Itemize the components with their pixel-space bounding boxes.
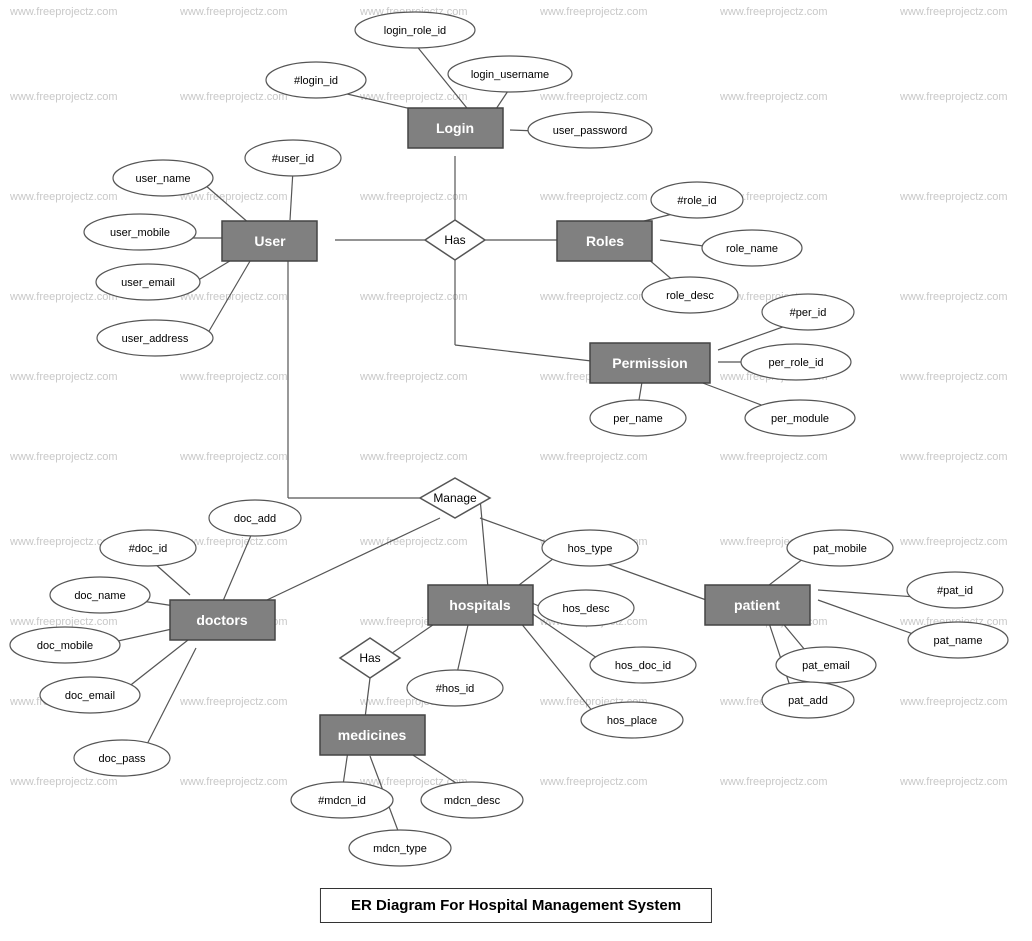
pat-id-label: #pat_id <box>937 585 973 597</box>
role-desc-label: role_desc <box>666 290 714 302</box>
svg-text:www.freeprojectz.com: www.freeprojectz.com <box>179 776 288 788</box>
doctors-label: doctors <box>196 612 248 628</box>
er-diagram: www.freeprojectz.com www.freeprojectz.co… <box>0 0 1032 941</box>
svg-text:www.freeprojectz.com: www.freeprojectz.com <box>539 6 648 18</box>
per-name-label: per_name <box>613 413 663 425</box>
svg-text:www.freeprojectz.com: www.freeprojectz.com <box>179 6 288 18</box>
user-mobile-label: user_mobile <box>110 227 170 239</box>
svg-text:www.freeprojectz.com: www.freeprojectz.com <box>179 451 288 463</box>
svg-text:www.freeprojectz.com: www.freeprojectz.com <box>9 191 118 203</box>
role-id-label: #role_id <box>677 195 716 207</box>
user-address-label: user_address <box>122 333 189 345</box>
svg-text:www.freeprojectz.com: www.freeprojectz.com <box>359 291 468 303</box>
svg-text:www.freeprojectz.com: www.freeprojectz.com <box>179 191 288 203</box>
svg-text:www.freeprojectz.com: www.freeprojectz.com <box>179 91 288 103</box>
login-username-label: login_username <box>471 69 549 81</box>
svg-text:www.freeprojectz.com: www.freeprojectz.com <box>539 451 648 463</box>
doc-mobile-label: doc_mobile <box>37 640 93 652</box>
svg-text:www.freeprojectz.com: www.freeprojectz.com <box>9 371 118 383</box>
svg-text:www.freeprojectz.com: www.freeprojectz.com <box>539 91 648 103</box>
svg-text:www.freeprojectz.com: www.freeprojectz.com <box>9 291 118 303</box>
hos-desc-label: hos_desc <box>562 603 610 615</box>
per-role-id-label: per_role_id <box>768 357 823 369</box>
user-password-label: user_password <box>553 125 628 137</box>
patient-label: patient <box>734 597 780 613</box>
mdcn-id-label: #mdcn_id <box>318 795 366 807</box>
per-id-label: #per_id <box>790 307 827 319</box>
login-role-id-label: login_role_id <box>384 25 446 37</box>
pat-name-label: pat_name <box>934 635 983 647</box>
svg-text:www.freeprojectz.com: www.freeprojectz.com <box>899 291 1008 303</box>
has-1-label: Has <box>444 233 465 247</box>
doc-email-label: doc_email <box>65 690 115 702</box>
svg-text:www.freeprojectz.com: www.freeprojectz.com <box>9 616 118 628</box>
svg-text:www.freeprojectz.com: www.freeprojectz.com <box>9 6 118 18</box>
svg-text:www.freeprojectz.com: www.freeprojectz.com <box>179 696 288 708</box>
svg-text:www.freeprojectz.com: www.freeprojectz.com <box>899 776 1008 788</box>
pat-email-label: pat_email <box>802 660 850 672</box>
svg-text:www.freeprojectz.com: www.freeprojectz.com <box>899 91 1008 103</box>
svg-text:www.freeprojectz.com: www.freeprojectz.com <box>719 6 828 18</box>
hos-id-label: #hos_id <box>436 683 475 695</box>
svg-text:www.freeprojectz.com: www.freeprojectz.com <box>539 776 648 788</box>
hos-place-label: hos_place <box>607 715 657 727</box>
svg-text:www.freeprojectz.com: www.freeprojectz.com <box>899 6 1008 18</box>
permission-label: Permission <box>612 355 687 371</box>
svg-text:www.freeprojectz.com: www.freeprojectz.com <box>359 536 468 548</box>
user-label: User <box>254 233 286 249</box>
svg-text:www.freeprojectz.com: www.freeprojectz.com <box>359 371 468 383</box>
doc-id-label: #doc_id <box>129 543 168 555</box>
svg-text:www.freeprojectz.com: www.freeprojectz.com <box>359 451 468 463</box>
doc-add-label: doc_add <box>234 513 276 525</box>
svg-text:www.freeprojectz.com: www.freeprojectz.com <box>719 91 828 103</box>
doc-pass-label: doc_pass <box>98 753 146 765</box>
manage-label: Manage <box>433 491 477 505</box>
svg-text:www.freeprojectz.com: www.freeprojectz.com <box>539 191 648 203</box>
svg-text:www.freeprojectz.com: www.freeprojectz.com <box>899 536 1008 548</box>
medicines-label: medicines <box>338 727 407 743</box>
role-name-label: role_name <box>726 243 778 255</box>
svg-text:www.freeprojectz.com: www.freeprojectz.com <box>179 291 288 303</box>
user-id-label: #user_id <box>272 153 314 165</box>
hospitals-label: hospitals <box>449 597 511 613</box>
login-id-label: #login_id <box>294 75 338 87</box>
hos-type-label: hos_type <box>568 543 613 555</box>
svg-text:www.freeprojectz.com: www.freeprojectz.com <box>179 371 288 383</box>
doc-name-label: doc_name <box>74 590 125 602</box>
diagram-title: ER Diagram For Hospital Management Syste… <box>320 888 712 923</box>
svg-text:www.freeprojectz.com: www.freeprojectz.com <box>539 291 648 303</box>
hos-doc-id-label: hos_doc_id <box>615 660 671 672</box>
svg-text:www.freeprojectz.com: www.freeprojectz.com <box>899 191 1008 203</box>
user-name-label: user_name <box>135 173 190 185</box>
login-label: Login <box>436 120 474 136</box>
svg-text:www.freeprojectz.com: www.freeprojectz.com <box>9 776 118 788</box>
svg-text:www.freeprojectz.com: www.freeprojectz.com <box>899 451 1008 463</box>
roles-label: Roles <box>586 233 624 249</box>
per-module-label: per_module <box>771 413 829 425</box>
svg-text:www.freeprojectz.com: www.freeprojectz.com <box>359 191 468 203</box>
svg-text:www.freeprojectz.com: www.freeprojectz.com <box>719 776 828 788</box>
mdcn-desc-label: mdcn_desc <box>444 795 501 807</box>
user-email-label: user_email <box>121 277 175 289</box>
mdcn-type-label: mdcn_type <box>373 843 427 855</box>
svg-text:www.freeprojectz.com: www.freeprojectz.com <box>899 696 1008 708</box>
svg-text:www.freeprojectz.com: www.freeprojectz.com <box>9 451 118 463</box>
pat-add-label: pat_add <box>788 695 828 707</box>
svg-text:www.freeprojectz.com: www.freeprojectz.com <box>899 371 1008 383</box>
svg-text:www.freeprojectz.com: www.freeprojectz.com <box>719 451 828 463</box>
pat-mobile-label: pat_mobile <box>813 543 867 555</box>
svg-text:www.freeprojectz.com: www.freeprojectz.com <box>359 91 468 103</box>
svg-text:www.freeprojectz.com: www.freeprojectz.com <box>9 91 118 103</box>
has-2-label: Has <box>359 651 380 665</box>
